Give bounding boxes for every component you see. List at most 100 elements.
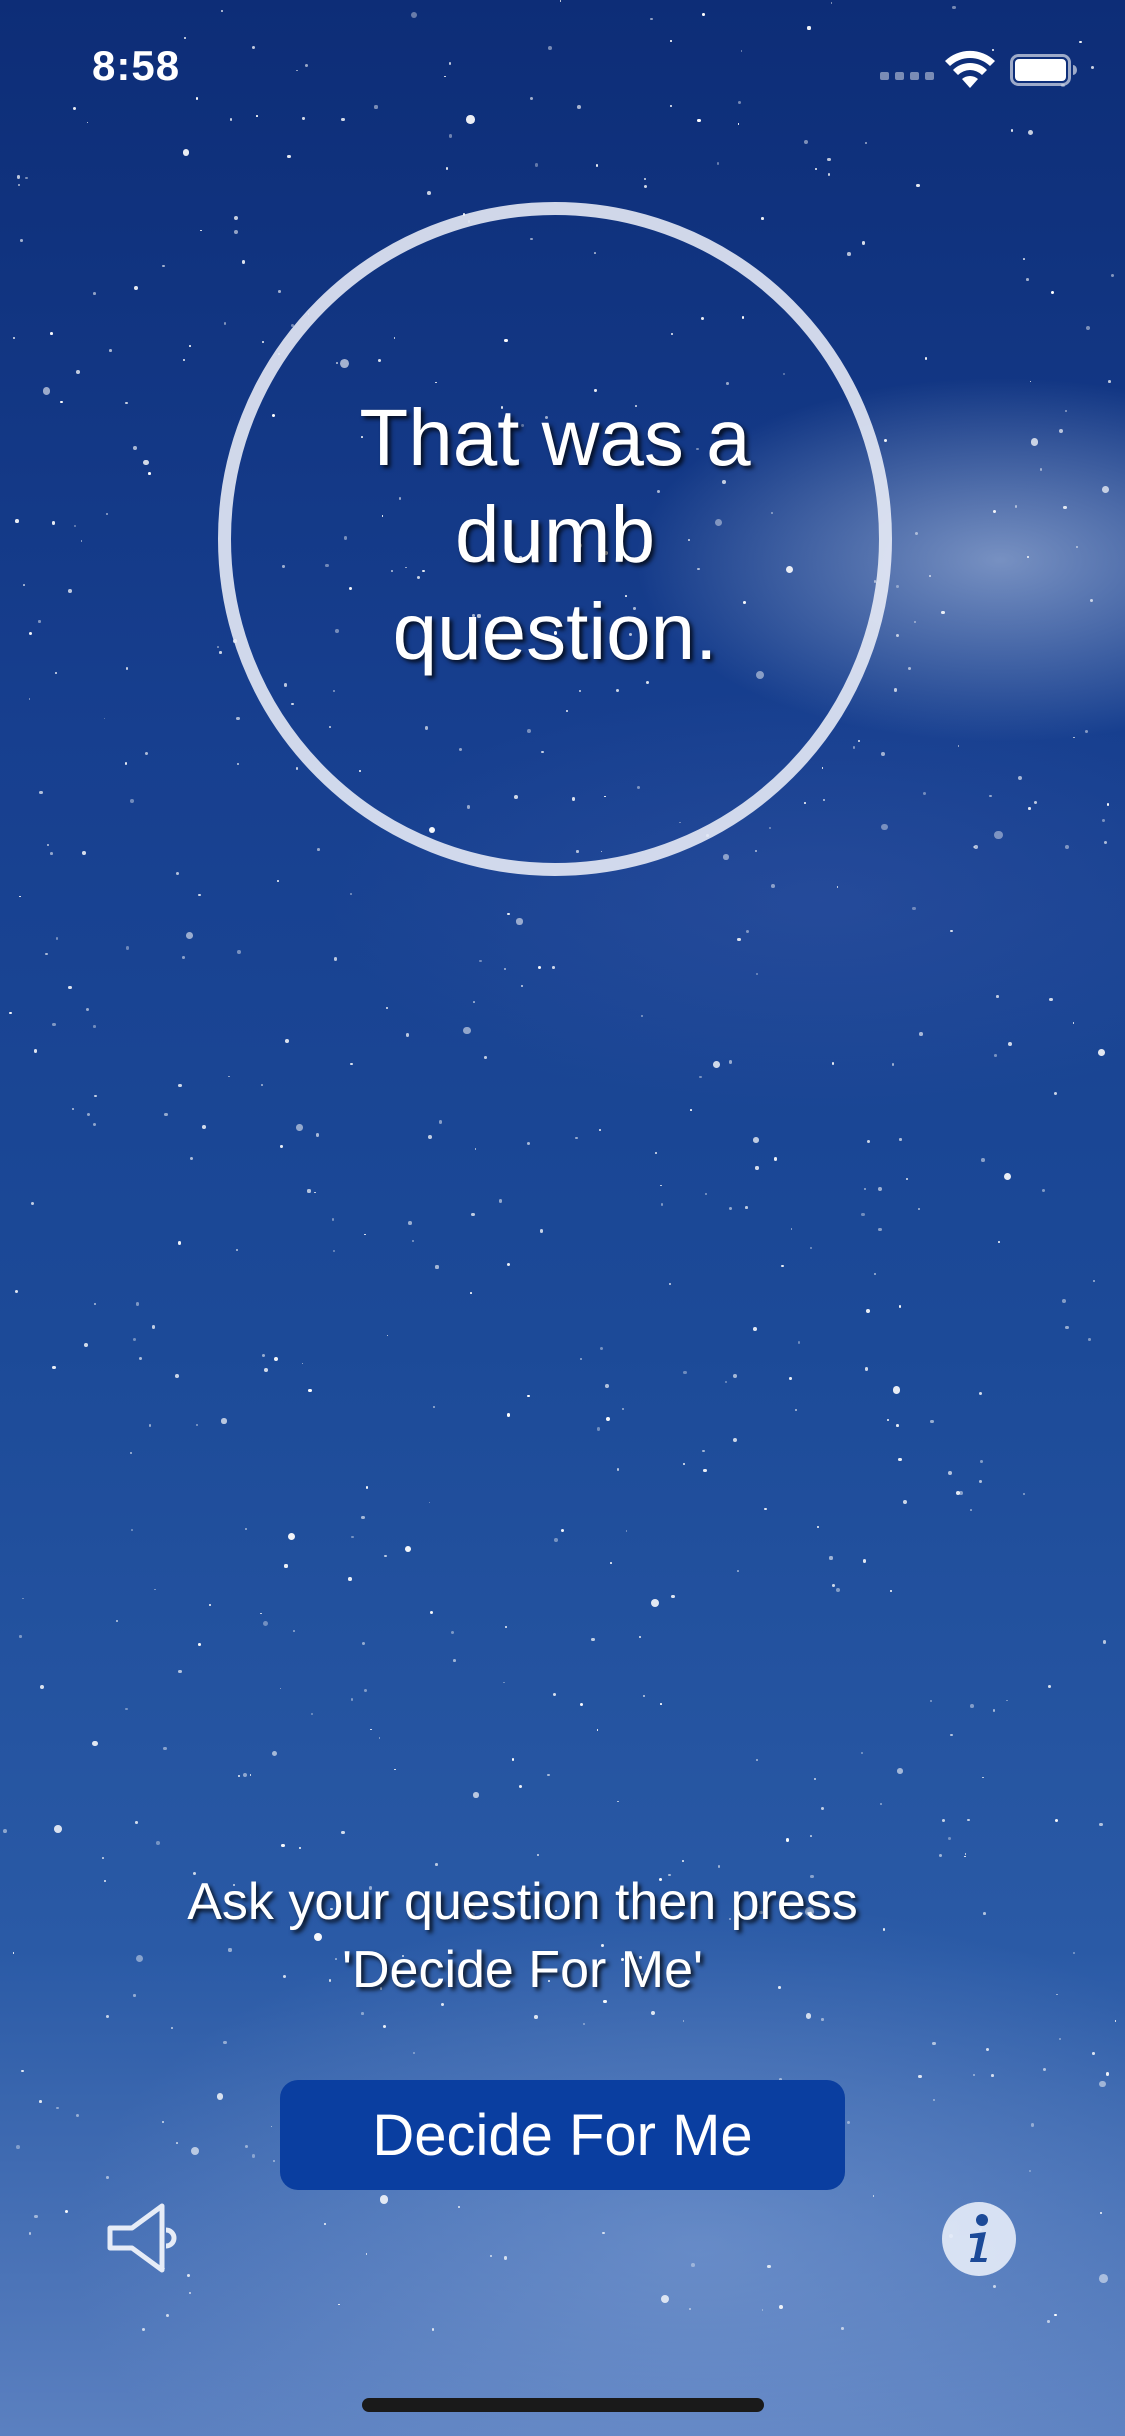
star: [394, 1768, 397, 1771]
star: [616, 1800, 619, 1803]
star: [560, 1529, 564, 1533]
star: [641, 1014, 644, 1017]
star: [805, 2013, 812, 2020]
star: [236, 762, 240, 766]
star: [964, 1853, 967, 1855]
star: [404, 1546, 411, 1553]
star: [1073, 1951, 1076, 1954]
star: [1030, 438, 1039, 446]
star: [654, 1152, 657, 1155]
star: [929, 1699, 933, 1703]
star: [992, 510, 996, 514]
star: [29, 632, 33, 636]
star: [38, 620, 41, 623]
star: [591, 1638, 595, 1642]
star: [583, 2022, 586, 2026]
star: [19, 1635, 22, 1638]
cellular-signal-icon: [880, 72, 934, 80]
star: [432, 1405, 436, 1409]
star: [602, 2231, 605, 2235]
star: [814, 1778, 817, 1781]
star: [315, 1133, 320, 1137]
star: [293, 1630, 295, 1632]
star: [209, 1603, 212, 1607]
speaker-icon[interactable]: [104, 2196, 188, 2280]
star: [506, 1413, 510, 1417]
star: [144, 751, 148, 755]
star: [133, 446, 138, 451]
app-screen: 8:58 That was a dumb question. Ask your …: [0, 0, 1125, 2436]
star: [989, 794, 992, 798]
star: [527, 1394, 530, 1398]
star: [474, 1148, 477, 1150]
star: [948, 1837, 952, 1841]
star: [789, 1377, 793, 1380]
decide-for-me-button[interactable]: Decide For Me: [280, 2080, 845, 2190]
star: [852, 746, 856, 749]
star: [46, 844, 50, 847]
star: [15, 519, 19, 524]
star: [84, 1342, 88, 1347]
instruction-line-2: 'Decide For Me': [342, 1941, 703, 1999]
star: [1075, 545, 1078, 548]
star: [918, 2075, 922, 2079]
star: [92, 1740, 98, 1747]
star: [753, 1137, 759, 1143]
star: [156, 1841, 161, 1845]
star: [223, 2041, 227, 2045]
star: [52, 1365, 56, 1370]
star: [125, 1707, 128, 1710]
answer-circle: That was a dumb question.: [218, 202, 892, 876]
star: [301, 1362, 304, 1365]
star: [503, 2256, 508, 2260]
star: [280, 1145, 283, 1148]
star: [861, 241, 866, 245]
star: [983, 1912, 987, 1915]
star: [60, 400, 63, 404]
star: [894, 688, 898, 692]
star: [1053, 1091, 1057, 1095]
info-icon[interactable]: [940, 2200, 1018, 2278]
star: [755, 1166, 759, 1170]
star: [821, 766, 824, 769]
star: [899, 1138, 902, 1141]
star: [426, 190, 431, 195]
star: [233, 229, 238, 234]
star: [408, 1221, 412, 1225]
star: [125, 667, 129, 670]
wifi-icon: [945, 50, 995, 88]
star: [794, 1408, 798, 1412]
star: [713, 1061, 720, 1069]
star: [822, 799, 825, 802]
star: [957, 745, 960, 748]
star: [682, 2019, 685, 2022]
star: [28, 698, 31, 700]
star: [1029, 2170, 1032, 2173]
star: [756, 1759, 758, 1762]
star: [979, 1459, 983, 1463]
home-indicator: [362, 2398, 764, 2412]
star: [724, 1381, 727, 1384]
star: [865, 141, 868, 145]
star: [1085, 729, 1089, 733]
star: [972, 2073, 975, 2076]
star: [985, 2047, 990, 2052]
star: [716, 162, 720, 165]
star: [810, 1246, 813, 1249]
star: [1039, 468, 1043, 471]
star: [978, 1479, 982, 1483]
star: [270, 2125, 273, 2128]
star: [779, 2305, 784, 2309]
star: [348, 1577, 352, 1581]
star: [93, 1122, 97, 1126]
star: [161, 2120, 164, 2123]
star: [54, 1825, 63, 1833]
star: [503, 967, 506, 970]
star: [68, 985, 73, 990]
star: [1030, 2123, 1035, 2128]
star: [333, 957, 338, 961]
star: [942, 1819, 946, 1823]
star: [125, 401, 128, 405]
star: [71, 1107, 74, 1111]
star: [261, 340, 264, 343]
